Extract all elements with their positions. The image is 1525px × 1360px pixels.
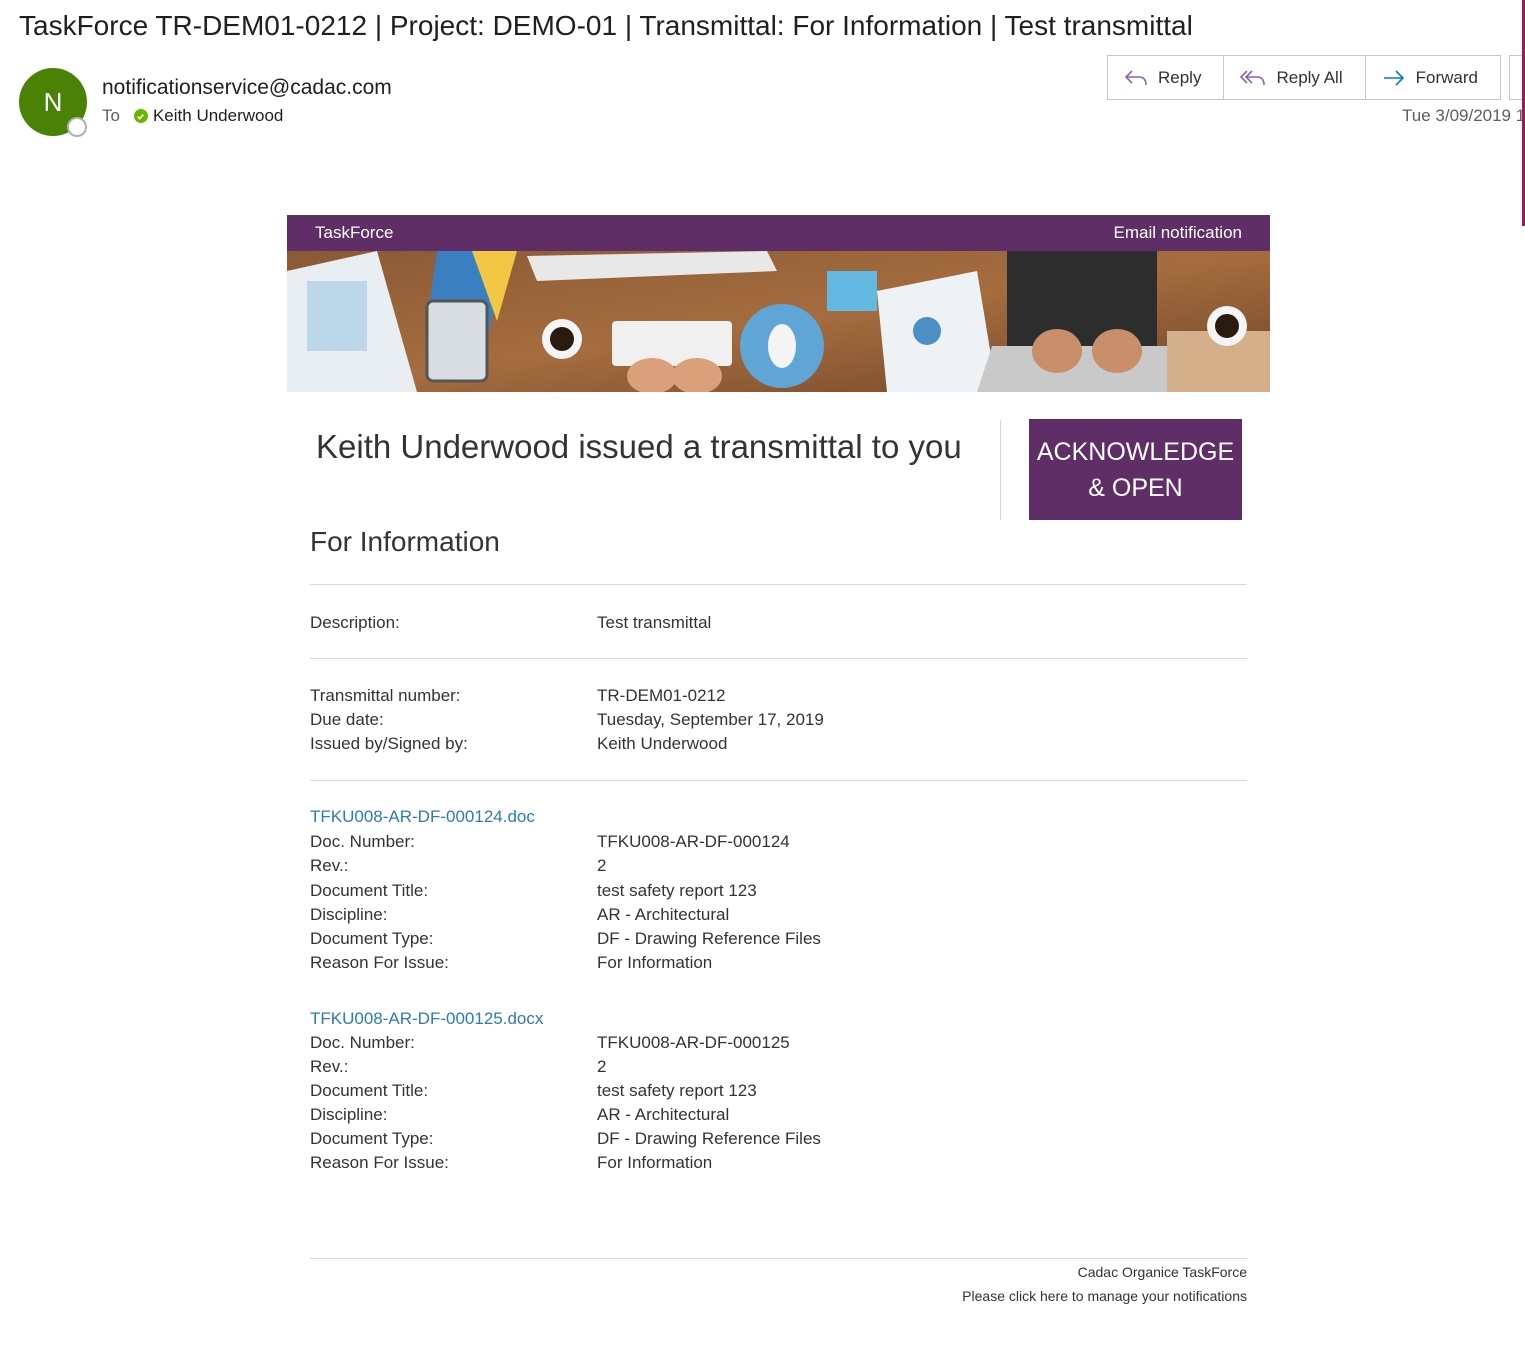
forward-label: Forward [1415, 67, 1478, 87]
field-label: Due date: [310, 710, 384, 729]
verified-check-icon [133, 109, 148, 123]
divider [310, 780, 1247, 781]
forward-button[interactable]: Forward [1366, 56, 1500, 99]
field-value: DF - Drawing Reference Files [597, 1129, 821, 1148]
divider [310, 584, 1247, 585]
field-label: Discipline: [310, 1105, 388, 1124]
field-label: Description: [310, 613, 400, 632]
card-header: TaskForce Email notification [287, 215, 1270, 251]
forward-icon [1383, 69, 1404, 86]
brand-name: TaskForce [315, 223, 394, 242]
field-value: Keith Underwood [597, 734, 728, 753]
received-date: Tue 3/09/2019 1 [1402, 106, 1525, 125]
field-label: Rev.: [310, 1057, 349, 1076]
reply-label: Reply [1158, 67, 1202, 87]
field-value: For Information [597, 953, 713, 972]
field-value: 2 [597, 1057, 607, 1076]
to-label: To [102, 106, 120, 125]
document-link[interactable]: TFKU008-AR-DF-000125.docx [310, 1009, 543, 1029]
field-value: TFKU008-AR-DF-000125 [597, 1033, 790, 1052]
field-value: AR - Architectural [597, 1105, 730, 1124]
reply-icon [1124, 69, 1147, 85]
field-value: AR - Architectural [597, 905, 730, 924]
presence-status-icon [67, 117, 87, 137]
field-label: Document Title: [310, 1081, 429, 1100]
field-value: 2 [597, 856, 607, 875]
vertical-divider [1000, 420, 1001, 520]
reply-all-icon [1240, 69, 1266, 85]
reply-all-label: Reply All [1276, 67, 1343, 87]
avatar-initial: N [43, 86, 63, 117]
field-label: Doc. Number: [310, 1033, 415, 1052]
field-value: For Information [597, 1153, 713, 1172]
field-label: Document Type: [310, 929, 434, 948]
sender-address[interactable]: notificationservice@cadac.com [102, 76, 392, 100]
recipients-row: To Keith Underwood [102, 106, 283, 126]
ack-line-1: ACKNOWLEDGE [1036, 437, 1235, 466]
field-value: DF - Drawing Reference Files [597, 929, 821, 948]
field-label: Document Title: [310, 881, 429, 900]
headline: Keith Underwood issued a transmittal to … [316, 428, 962, 465]
field-label: Document Type: [310, 1129, 434, 1148]
field-label: Discipline: [310, 905, 388, 924]
reply-button[interactable]: Reply [1108, 56, 1225, 99]
field-label: Doc. Number: [310, 832, 415, 851]
acknowledge-open-button[interactable]: ACKNOWLEDGE & OPEN [1029, 419, 1242, 520]
field-value: test safety report 123 [597, 881, 757, 900]
field-label: Rev.: [310, 856, 349, 875]
field-label: Reason For Issue: [310, 1153, 449, 1172]
divider [310, 1258, 1247, 1259]
footer-product: Cadac Organice TaskForce [1077, 1264, 1247, 1280]
notice-label: Email notification [1113, 223, 1242, 242]
field-value: TFKU008-AR-DF-000124 [597, 832, 790, 851]
field-value: Tuesday, September 17, 2019 [597, 710, 824, 729]
field-value: Test transmittal [597, 613, 712, 632]
ack-line-2: & OPEN [1088, 473, 1183, 502]
manage-notifications-link[interactable]: Please click here to manage your notific… [962, 1288, 1247, 1304]
field-value: test safety report 123 [597, 1081, 757, 1100]
document-link[interactable]: TFKU008-AR-DF-000124.doc [310, 807, 535, 827]
field-label: Reason For Issue: [310, 953, 449, 972]
field-value: TR-DEM01-0212 [597, 686, 726, 705]
message-actions: Reply Reply All Forward [1107, 55, 1501, 100]
email-subject: TaskForce TR-DEM01-0212 | Project: DEMO-… [19, 10, 1193, 41]
reply-all-button[interactable]: Reply All [1224, 56, 1366, 99]
recipient-name[interactable]: Keith Underwood [153, 106, 283, 126]
field-label: Issued by/Signed by: [310, 734, 468, 753]
banner-image [287, 251, 1270, 392]
divider [310, 658, 1247, 659]
field-label: Transmittal number: [310, 686, 461, 705]
transmittal-purpose: For Information [310, 526, 500, 557]
